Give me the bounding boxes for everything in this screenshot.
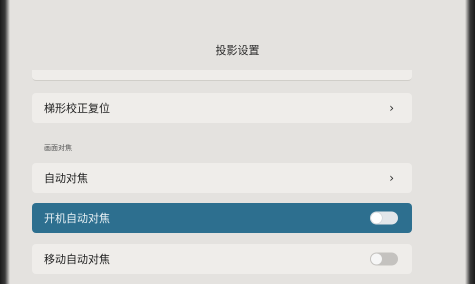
auto-focus-label: 自动对焦	[44, 172, 88, 185]
move-auto-focus-label: 移动自动对焦	[44, 253, 110, 266]
toggle-knob	[371, 212, 382, 224]
chevron-right-icon: ›	[389, 171, 394, 185]
section-label-focus: 画面对焦	[44, 144, 72, 152]
toggle-knob	[371, 253, 382, 265]
screen-bezel-left	[0, 0, 10, 284]
chevron-right-icon: ›	[389, 101, 394, 115]
move-auto-focus-toggle[interactable]	[370, 252, 398, 266]
keystone-reset-label: 梯形校正复位	[44, 102, 110, 115]
boot-auto-focus-label: 开机自动对焦	[44, 212, 110, 225]
scrolled-card-remnant	[32, 70, 412, 81]
boot-auto-focus-row[interactable]: 开机自动对焦	[32, 203, 412, 233]
auto-focus-row[interactable]: 自动对焦 ›	[32, 163, 412, 193]
move-auto-focus-row[interactable]: 移动自动对焦	[32, 244, 412, 274]
screen-bezel-right	[465, 0, 475, 284]
projection-settings-screen: 投影设置 梯形校正复位 › 画面对焦 自动对焦 › 开机自动对焦 移动自动对焦	[0, 0, 475, 284]
boot-auto-focus-toggle[interactable]	[370, 211, 398, 225]
keystone-reset-row[interactable]: 梯形校正复位 ›	[32, 93, 412, 123]
page-title: 投影设置	[215, 44, 260, 57]
